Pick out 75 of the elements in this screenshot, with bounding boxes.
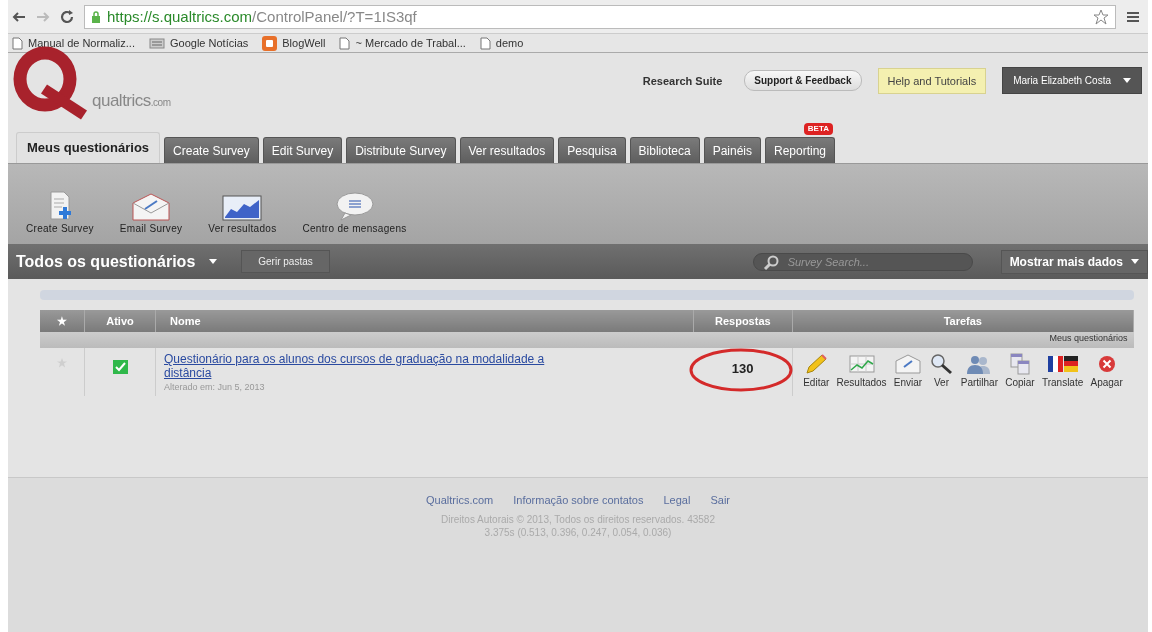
toolbar-label[interactable]: Email Survey <box>119 223 183 234</box>
active-checkbox[interactable] <box>112 360 128 374</box>
task-label[interactable]: Partilhar <box>960 377 998 388</box>
footer-link[interactable]: Legal <box>663 494 691 506</box>
caret-icon <box>1123 78 1131 83</box>
footer-link[interactable]: Informação sobre contatos <box>513 494 644 506</box>
nav-tab[interactable]: Edit Survey <box>262 137 343 163</box>
back-icon[interactable] <box>12 10 26 23</box>
reload-icon[interactable] <box>60 9 74 24</box>
suite-label: Research Suite <box>642 74 723 87</box>
task-label[interactable]: Resultados <box>836 377 887 388</box>
people-icon <box>966 353 993 375</box>
user-menu[interactable]: Maria Elizabeth Costa <box>1002 67 1142 94</box>
toolbar-label[interactable]: Ver resultados <box>208 223 277 234</box>
group-label: Meus questionários <box>40 332 1134 348</box>
menu-icon[interactable] <box>1126 10 1140 23</box>
copy-icon <box>1008 353 1031 375</box>
task-label[interactable]: Ver <box>933 377 949 388</box>
page-icon <box>12 36 23 50</box>
modified-date: Alterado em: Jun 5, 2013 <box>164 382 265 392</box>
nav-tab[interactable]: Meus questionários <box>16 132 161 163</box>
bookmark[interactable]: demo <box>479 36 524 50</box>
speech-bubble-icon <box>334 191 375 221</box>
support-button[interactable]: Support & Feedback <box>744 70 862 91</box>
bookmark[interactable]: BlogWell <box>262 35 326 51</box>
caret-icon <box>1131 259 1139 264</box>
nav-tab[interactable]: Painéis <box>703 137 761 163</box>
help-button[interactable]: Help and Tutorials <box>877 67 987 94</box>
page-icon <box>339 36 351 50</box>
pencil-icon <box>804 353 829 375</box>
bookmark[interactable]: ~ Mercado de Trabal... <box>339 36 466 50</box>
nav-tab[interactable]: Pesquisa <box>558 137 626 163</box>
task-label[interactable]: Translate <box>1041 377 1084 388</box>
page-icon <box>479 36 491 50</box>
delete-icon <box>1096 353 1117 375</box>
footer-link[interactable]: Qualtrics.com <box>426 494 494 506</box>
envelope-icon <box>131 193 172 221</box>
nav-tab[interactable]: Create Survey <box>164 137 259 163</box>
column-header[interactable]: Nome <box>155 310 694 332</box>
flags-icon <box>1046 353 1079 375</box>
star-icon[interactable] <box>1093 8 1109 25</box>
toolbar-label[interactable]: Create Survey <box>26 223 94 234</box>
address-bar[interactable]: https://s.qualtrics.com/ControlPanel/?T=1IS3qf <box>84 4 1116 29</box>
folder-title[interactable]: Todos os questionários <box>16 252 196 271</box>
toolbar-label[interactable]: Centro de mensagens <box>302 223 407 234</box>
more-data-dropdown[interactable]: Mostrar mais dados <box>1000 249 1148 274</box>
task-label[interactable]: Copiar <box>1005 377 1035 388</box>
bookmark[interactable]: Manual de Normaliz... <box>12 36 135 50</box>
lock-icon <box>91 10 101 23</box>
nav-tab[interactable]: Reporting <box>765 137 836 163</box>
beta-badge: BETA <box>803 123 834 135</box>
response-count: 130 <box>730 360 755 376</box>
task-label[interactable]: Apagar <box>1090 377 1123 388</box>
search-field[interactable]: Survey Search... <box>752 252 973 271</box>
task-label[interactable]: Editar <box>803 377 830 388</box>
footer-link[interactable]: Sair <box>710 494 730 506</box>
envelope-icon <box>895 353 922 375</box>
logo-text: qualtrics.com <box>92 91 171 111</box>
column-header: Tarefas <box>792 310 1134 332</box>
nav-tab[interactable]: Ver resultados <box>459 137 555 163</box>
line-chart-icon <box>848 353 875 375</box>
manage-folders-button[interactable]: Gerir pastas <box>241 250 330 273</box>
column-header[interactable]: Respostas <box>693 310 793 332</box>
nav-tab[interactable]: Biblioteca <box>629 137 700 163</box>
newspaper-icon <box>149 37 165 49</box>
blog-icon <box>262 35 278 51</box>
caret-icon[interactable] <box>209 259 218 264</box>
nav-tab[interactable]: Distribute Survey <box>346 137 456 163</box>
area-chart-icon <box>222 195 263 221</box>
survey-link[interactable]: Questionário para os alunos dos cursos de graduação na modalidade a distância <box>164 352 594 380</box>
task-label[interactable]: Enviar <box>893 377 923 388</box>
column-header[interactable]: ★ <box>40 310 85 332</box>
bookmark[interactable]: Google Notícias <box>149 37 249 49</box>
column-header[interactable]: Ativo <box>84 310 156 332</box>
magnifier-icon <box>929 353 954 375</box>
